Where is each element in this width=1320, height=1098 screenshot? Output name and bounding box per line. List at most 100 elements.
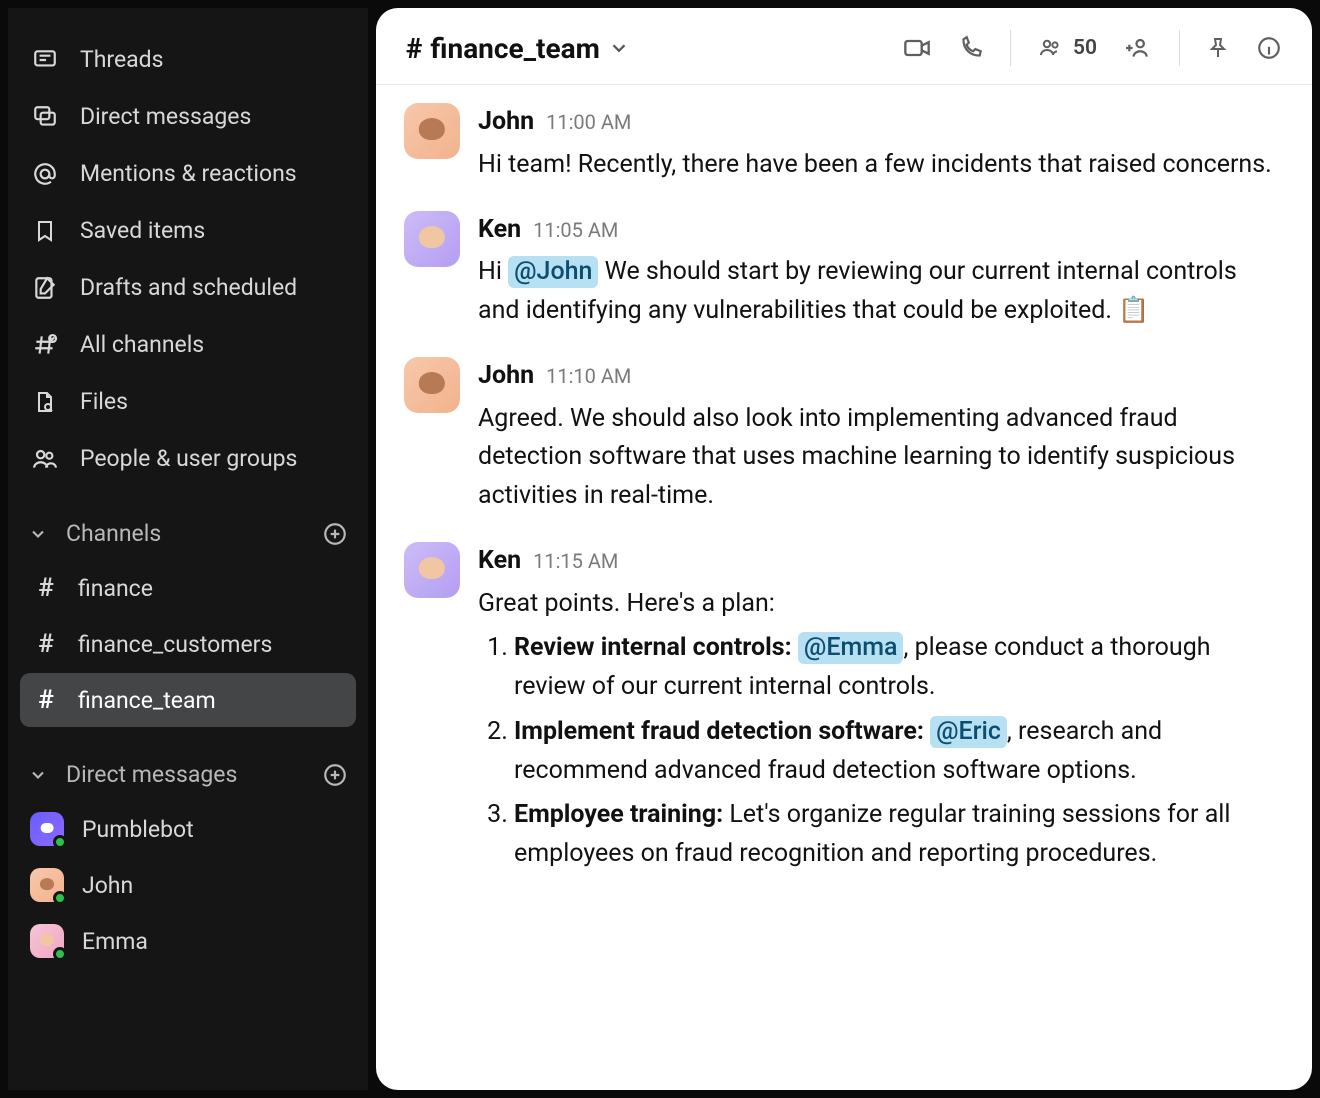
channel-finance[interactable]: # finance: [20, 561, 356, 615]
message-author[interactable]: Ken: [478, 211, 521, 250]
nav-drafts[interactable]: Drafts and scheduled: [20, 260, 356, 315]
sidebar: Threads Direct messages Mentions & react…: [8, 8, 368, 1090]
nav-files[interactable]: Files: [20, 374, 356, 429]
message-time: 11:10 AM: [546, 361, 631, 392]
nav-people[interactable]: People & user groups: [20, 431, 356, 486]
channel-title-button[interactable]: # finance_team: [406, 32, 630, 65]
nav-mentions[interactable]: Mentions & reactions: [20, 146, 356, 201]
nav-label: Files: [80, 388, 128, 415]
channel-name: finance_team: [78, 687, 216, 714]
mention-icon: [30, 161, 60, 187]
info-button[interactable]: [1256, 35, 1282, 61]
nav-all-channels[interactable]: All channels: [20, 317, 356, 372]
dm-name: Emma: [82, 928, 148, 955]
avatar: [30, 924, 64, 958]
chevron-down-icon: [24, 524, 52, 544]
audio-call-button[interactable]: [958, 35, 984, 61]
pin-button[interactable]: [1206, 35, 1230, 61]
plan-item: Employee training: Let's organize regula…: [514, 796, 1284, 874]
message: John 11:00 AM Hi team! Recently, there h…: [404, 103, 1284, 185]
nav-label: Saved items: [80, 217, 205, 244]
thread-icon: [30, 47, 60, 73]
text-fragment: Great points. Here's a plan:: [478, 589, 775, 618]
avatar: [30, 812, 64, 846]
nav-label: Drafts and scheduled: [80, 274, 297, 301]
message-time: 11:15 AM: [533, 546, 618, 577]
nav-direct-messages[interactable]: Direct messages: [20, 89, 356, 144]
dm-pumblebot[interactable]: Pumblebot: [20, 802, 356, 856]
dm-icon: [30, 104, 60, 130]
chevron-down-icon: [24, 765, 52, 785]
dm-emma[interactable]: Emma: [20, 914, 356, 968]
text-fragment: Hi: [478, 257, 508, 286]
avatar[interactable]: [404, 103, 460, 159]
section-title: Direct messages: [66, 761, 237, 788]
nav-label: Direct messages: [80, 103, 251, 130]
nav-label: All channels: [80, 331, 204, 358]
dm-john[interactable]: John: [20, 858, 356, 912]
message-time: 11:05 AM: [533, 215, 618, 246]
message-list[interactable]: John 11:00 AM Hi team! Recently, there h…: [376, 85, 1312, 1090]
message-author[interactable]: Ken: [478, 542, 521, 581]
channel-name: finance_customers: [78, 631, 272, 658]
nav-label: People & user groups: [80, 445, 297, 472]
avatar[interactable]: [404, 542, 460, 598]
chevron-down-icon: [608, 37, 630, 59]
plan-lead: Review internal controls:: [514, 633, 792, 662]
divider: [1010, 30, 1011, 66]
message-text: Agreed. We should also look into impleme…: [478, 400, 1284, 516]
header-actions: 50: [902, 30, 1282, 66]
add-member-button[interactable]: [1123, 35, 1153, 61]
main-panel: # finance_team 50: [376, 8, 1312, 1090]
bookmark-icon: [30, 218, 60, 244]
dm-name: John: [82, 872, 133, 899]
video-call-button[interactable]: [902, 34, 932, 62]
message: John 11:10 AM Agreed. We should also loo…: [404, 357, 1284, 516]
channels-section-header[interactable]: Channels: [20, 506, 356, 559]
mention[interactable]: @John: [508, 256, 598, 288]
message-author[interactable]: John: [478, 357, 534, 396]
app-root: Threads Direct messages Mentions & react…: [0, 0, 1320, 1098]
message-text: Hi team! Recently, there have been a few…: [478, 146, 1284, 185]
add-dm-button[interactable]: [322, 762, 348, 788]
hash-icon: #: [406, 32, 422, 65]
dm-name: Pumblebot: [82, 816, 194, 843]
hash-icon: #: [32, 629, 60, 659]
hash-icon: #: [32, 573, 60, 603]
nav-saved[interactable]: Saved items: [20, 203, 356, 258]
message: Ken 11:05 AM Hi @John We should start by…: [404, 211, 1284, 331]
nav-threads[interactable]: Threads: [20, 32, 356, 87]
channel-name: finance_team: [430, 32, 599, 65]
avatar[interactable]: [404, 211, 460, 267]
message-time: 11:00 AM: [546, 107, 631, 138]
member-count-value: 50: [1073, 36, 1097, 60]
channel-name: finance: [78, 575, 153, 602]
divider: [1179, 30, 1180, 66]
message-text: Great points. Here's a plan: Review inte…: [478, 585, 1284, 874]
hash-icon: #: [32, 685, 60, 715]
channel-finance-customers[interactable]: # finance_customers: [20, 617, 356, 671]
file-icon: [30, 389, 60, 415]
message-text: Hi @John We should start by reviewing ou…: [478, 253, 1284, 331]
avatar[interactable]: [404, 357, 460, 413]
avatar: [30, 868, 64, 902]
plan-list: Review internal controls: @Emma, please …: [478, 629, 1284, 874]
channel-finance-team[interactable]: # finance_team: [20, 673, 356, 727]
people-icon: [30, 446, 60, 472]
draft-icon: [30, 275, 60, 301]
message: Ken 11:15 AM Great points. Here's a plan…: [404, 542, 1284, 880]
member-count[interactable]: 50: [1037, 36, 1097, 60]
plan-lead: Implement fraud detection software:: [514, 717, 924, 746]
mention[interactable]: @Emma: [798, 632, 904, 664]
mention[interactable]: @Eric: [930, 716, 1007, 748]
plan-lead: Employee training:: [514, 800, 723, 829]
add-channel-button[interactable]: [322, 521, 348, 547]
section-title: Channels: [66, 520, 161, 547]
message-author[interactable]: John: [478, 103, 534, 142]
dm-section-header[interactable]: Direct messages: [20, 747, 356, 800]
channel-header: # finance_team 50: [376, 8, 1312, 85]
nav-label: Mentions & reactions: [80, 160, 297, 187]
plan-item: Review internal controls: @Emma, please …: [514, 629, 1284, 707]
nav-label: Threads: [80, 46, 164, 73]
all-channels-icon: [30, 332, 60, 358]
